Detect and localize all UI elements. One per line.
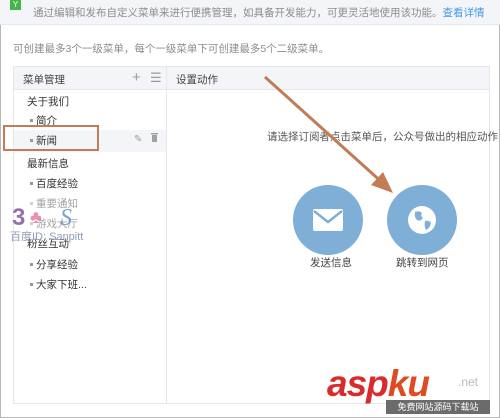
selection-highlight bbox=[3, 125, 99, 151]
notice-bar: Y 通过编辑和发布自定义菜单来进行便携管理，如具备开发能力，可更灵活地使用该功能… bbox=[0, 0, 500, 25]
watermark-id: 百度ID: Sanpitt bbox=[10, 231, 84, 243]
bullet-icon bbox=[30, 263, 33, 266]
aspku-logo: aspku bbox=[327, 363, 430, 404]
edit-icon[interactable]: ✎ bbox=[134, 134, 142, 145]
sidebar-title: 菜单管理 bbox=[23, 74, 65, 86]
menu-item-label: 百度经验 bbox=[36, 178, 78, 190]
details-link[interactable]: 查看详情 bbox=[443, 7, 485, 19]
logo-suffix: .net bbox=[458, 375, 479, 389]
notice-badge: Y bbox=[10, 0, 21, 10]
submenu-item-share[interactable]: 分享经验 bbox=[14, 254, 166, 274]
bullet-icon bbox=[30, 283, 33, 286]
notice-text: 通过编辑和发布自定义菜单来进行便携管理，如具备开发能力，可更灵活地使用该功能。查… bbox=[33, 5, 485, 20]
annotation-arrow bbox=[263, 75, 393, 193]
submenu-item-offwork[interactable]: 大家下班... bbox=[14, 274, 166, 294]
bullet-icon bbox=[30, 182, 33, 185]
sidebar-header: 菜单管理 + ☰ bbox=[14, 67, 166, 90]
delete-icon[interactable] bbox=[151, 133, 158, 142]
menu-item-label: 大家下班... bbox=[36, 279, 87, 291]
menu-limit-hint: 可创建最多3个一级菜单，每个一级菜单下可创建最多5个二级菜单。 bbox=[13, 43, 330, 55]
menu-item-latest[interactable]: 最新信息 bbox=[14, 153, 166, 173]
logo-asp: asp bbox=[327, 363, 389, 404]
menu-item-label: 最新信息 bbox=[27, 158, 69, 170]
menu-item-label: 分享经验 bbox=[36, 259, 78, 271]
action-panel: 设置动作 请选择订阅者点击菜单后，公众号做出的相应动作 发送信息 跳转到网页 bbox=[167, 67, 498, 403]
submenu-item-baidu[interactable]: 百度经验 bbox=[14, 173, 166, 193]
logo-ku: ku bbox=[387, 363, 430, 404]
sort-icon[interactable]: ☰ bbox=[150, 70, 162, 85]
bullet-icon bbox=[30, 119, 33, 122]
svg-text:♣: ♣ bbox=[30, 207, 42, 227]
svg-text:3: 3 bbox=[12, 204, 25, 231]
add-icon[interactable]: + bbox=[132, 70, 141, 85]
menu-item-about[interactable]: 关于我们 bbox=[14, 91, 166, 111]
menu-item-label: 关于我们 bbox=[27, 96, 69, 108]
notice-message: 通过编辑和发布自定义菜单来进行便携管理，如具备开发能力，可更灵活地使用该功能。 bbox=[33, 7, 443, 19]
logo-subtitle: 免费网站源码下载站 bbox=[386, 400, 490, 414]
